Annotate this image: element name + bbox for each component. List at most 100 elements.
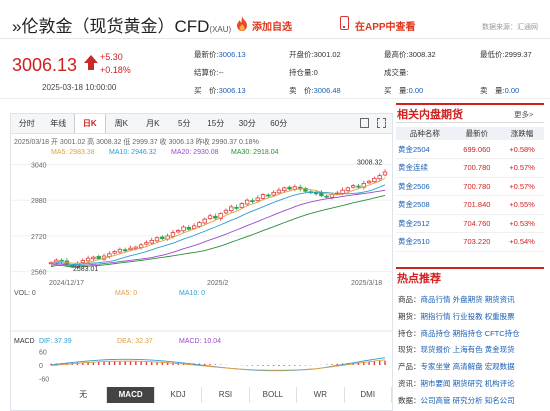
add-favorite-button[interactable]: 添加自选 bbox=[252, 18, 292, 33]
stat-label: 开盘价: bbox=[289, 50, 314, 59]
macd-tick: 60 bbox=[39, 349, 47, 356]
indicator-tab[interactable]: DMI bbox=[345, 387, 392, 403]
period-tab[interactable]: 年线 bbox=[43, 114, 75, 133]
x-tick: 2024/12/17 bbox=[49, 280, 84, 287]
candle bbox=[350, 185, 356, 188]
table-row[interactable]: 黄金连续 700.780 +0.57% bbox=[396, 158, 544, 178]
indicator-tab[interactable]: MACD bbox=[107, 387, 155, 403]
macd-tick: -60 bbox=[39, 377, 49, 384]
stat-item: 持仓量:0 bbox=[289, 67, 318, 78]
hot-link[interactable]: 公司高管 bbox=[421, 396, 451, 405]
future-price: 701.840 bbox=[453, 195, 501, 215]
table-row[interactable]: 黄金2506 700.780 +0.57% bbox=[396, 177, 544, 196]
stat-value: 3006.48 bbox=[313, 86, 341, 95]
candle bbox=[144, 242, 149, 245]
future-name[interactable]: 黄金2508 bbox=[396, 195, 454, 215]
period-tab[interactable]: 60分 bbox=[263, 114, 295, 133]
period-tab[interactable]: 30分 bbox=[232, 114, 264, 133]
future-name[interactable]: 黄金2510 bbox=[396, 232, 454, 252]
candle bbox=[223, 209, 229, 214]
more-link[interactable]: 更多> bbox=[514, 109, 533, 120]
hot-title: 热点推荐 bbox=[397, 273, 441, 285]
hot-link[interactable]: 外盘期货 bbox=[453, 295, 483, 304]
hot-link[interactable]: 期市要闻 bbox=[421, 379, 451, 388]
macd-tick: 0 bbox=[39, 363, 43, 370]
indicator-tab[interactable]: KDJ bbox=[155, 387, 203, 403]
candle bbox=[213, 215, 218, 219]
hot-link[interactable]: 行业投教 bbox=[453, 312, 483, 321]
stat-value: 0 bbox=[313, 68, 318, 77]
hot-row: 数据：公司高管 研究分析 知名公司 bbox=[398, 395, 546, 406]
hot-link[interactable]: 商品持仓 bbox=[421, 329, 451, 338]
hot-link[interactable]: 上海有色 bbox=[453, 345, 483, 354]
hot-link[interactable]: 知名公司 bbox=[485, 396, 515, 405]
candle bbox=[372, 177, 377, 183]
period-tab[interactable]: 月K bbox=[137, 114, 169, 133]
candle bbox=[138, 244, 144, 248]
hot-link[interactable]: 期指行情 bbox=[421, 312, 451, 321]
candle bbox=[382, 171, 388, 176]
period-tab[interactable]: 日K bbox=[74, 114, 106, 133]
period-tab[interactable]: 分时 bbox=[11, 114, 43, 133]
future-name[interactable]: 黄金2506 bbox=[396, 177, 454, 196]
indicator-tab[interactable]: 无 bbox=[60, 387, 108, 403]
current-price: 3006.13 bbox=[12, 55, 78, 75]
future-price: 699.060 bbox=[453, 140, 501, 159]
indicator-tab[interactable]: RSI bbox=[202, 387, 250, 403]
indicator-tab[interactable]: WR bbox=[297, 387, 345, 403]
hot-link[interactable]: 黄金现货 bbox=[485, 345, 515, 354]
indicator-tab[interactable]: BOLL bbox=[250, 387, 298, 403]
macd-dea-line bbox=[50, 359, 386, 371]
hot-link[interactable]: 权重股票 bbox=[485, 312, 515, 321]
future-name[interactable]: 黄金2512 bbox=[396, 214, 454, 233]
flame-icon bbox=[237, 16, 247, 31]
column-header: 最新价 bbox=[453, 127, 501, 140]
period-tabs: 分时 年线 日K 周K 月K 5分 15分 30分 60分 bbox=[11, 114, 392, 134]
future-name[interactable]: 黄金2504 bbox=[396, 140, 454, 159]
future-name[interactable]: 黄金连续 bbox=[396, 158, 454, 178]
table-row[interactable]: 黄金2508 701.840 +0.55% bbox=[396, 195, 544, 215]
stat-label: 最新价: bbox=[194, 50, 219, 59]
stat-item: 最低价:2999.37 bbox=[480, 49, 532, 60]
period-tab[interactable]: 5分 bbox=[169, 114, 201, 133]
candle bbox=[319, 192, 324, 197]
hot-link[interactable]: CFTC持仓 bbox=[485, 329, 520, 338]
stat-label: 成交量: bbox=[384, 68, 409, 77]
hot-link[interactable]: 机构评论 bbox=[485, 379, 515, 388]
table-row[interactable]: 黄金2504 699.060 +0.58% bbox=[396, 140, 544, 159]
view-in-app-button[interactable]: 在APP中查看 bbox=[355, 18, 416, 33]
candle bbox=[324, 195, 329, 198]
hot-link[interactable]: 期指持仓 bbox=[453, 329, 483, 338]
fullscreen-icon[interactable] bbox=[360, 118, 369, 128]
candle bbox=[85, 257, 91, 262]
hot-key: 商品： bbox=[398, 295, 421, 304]
candle bbox=[96, 256, 101, 260]
hot-link[interactable]: 高清解盘 bbox=[453, 362, 483, 371]
candle bbox=[266, 194, 271, 197]
candle bbox=[160, 236, 165, 240]
hot-link[interactable]: 专家坐堂 bbox=[421, 362, 451, 371]
stat-item: 买 量:0.00 bbox=[384, 85, 423, 96]
candlestick-chart[interactable]: 2025/03/18 开 3001.02 高 3008.32 低 2999.37… bbox=[11, 135, 392, 387]
stat-item: 结算价:-- bbox=[194, 67, 224, 78]
hot-link[interactable]: 现货报价 bbox=[421, 345, 451, 354]
period-tab[interactable]: 周K bbox=[106, 114, 138, 133]
future-change: +0.53% bbox=[500, 214, 544, 233]
future-change: +0.58% bbox=[500, 140, 544, 159]
period-tab[interactable]: 15分 bbox=[200, 114, 232, 133]
table-row[interactable]: 黄金2510 703.220 +0.54% bbox=[396, 232, 544, 252]
hot-row: 持仓：商品持仓 期指持仓 CFTC持仓 bbox=[398, 328, 546, 339]
hot-link[interactable]: 期货资讯 bbox=[485, 295, 515, 304]
hot-row: 商品：商品行情 外盘期货 期货资讯 bbox=[398, 294, 546, 305]
expand-icon[interactable] bbox=[377, 118, 386, 128]
hot-link[interactable]: 宏观数据 bbox=[485, 362, 515, 371]
table-row[interactable]: 黄金2512 704.760 +0.53% bbox=[396, 214, 544, 233]
stat-value: 0.00 bbox=[504, 86, 520, 95]
vol-ma5-label: MA5: 0 bbox=[115, 290, 137, 297]
candle bbox=[255, 197, 260, 202]
stat-label: 买 量: bbox=[384, 86, 409, 95]
hot-link[interactable]: 商品行情 bbox=[421, 295, 451, 304]
hot-link[interactable]: 研究分析 bbox=[453, 396, 483, 405]
hot-link[interactable]: 期货研究 bbox=[453, 379, 483, 388]
x-tick: 2025/2 bbox=[207, 280, 229, 287]
